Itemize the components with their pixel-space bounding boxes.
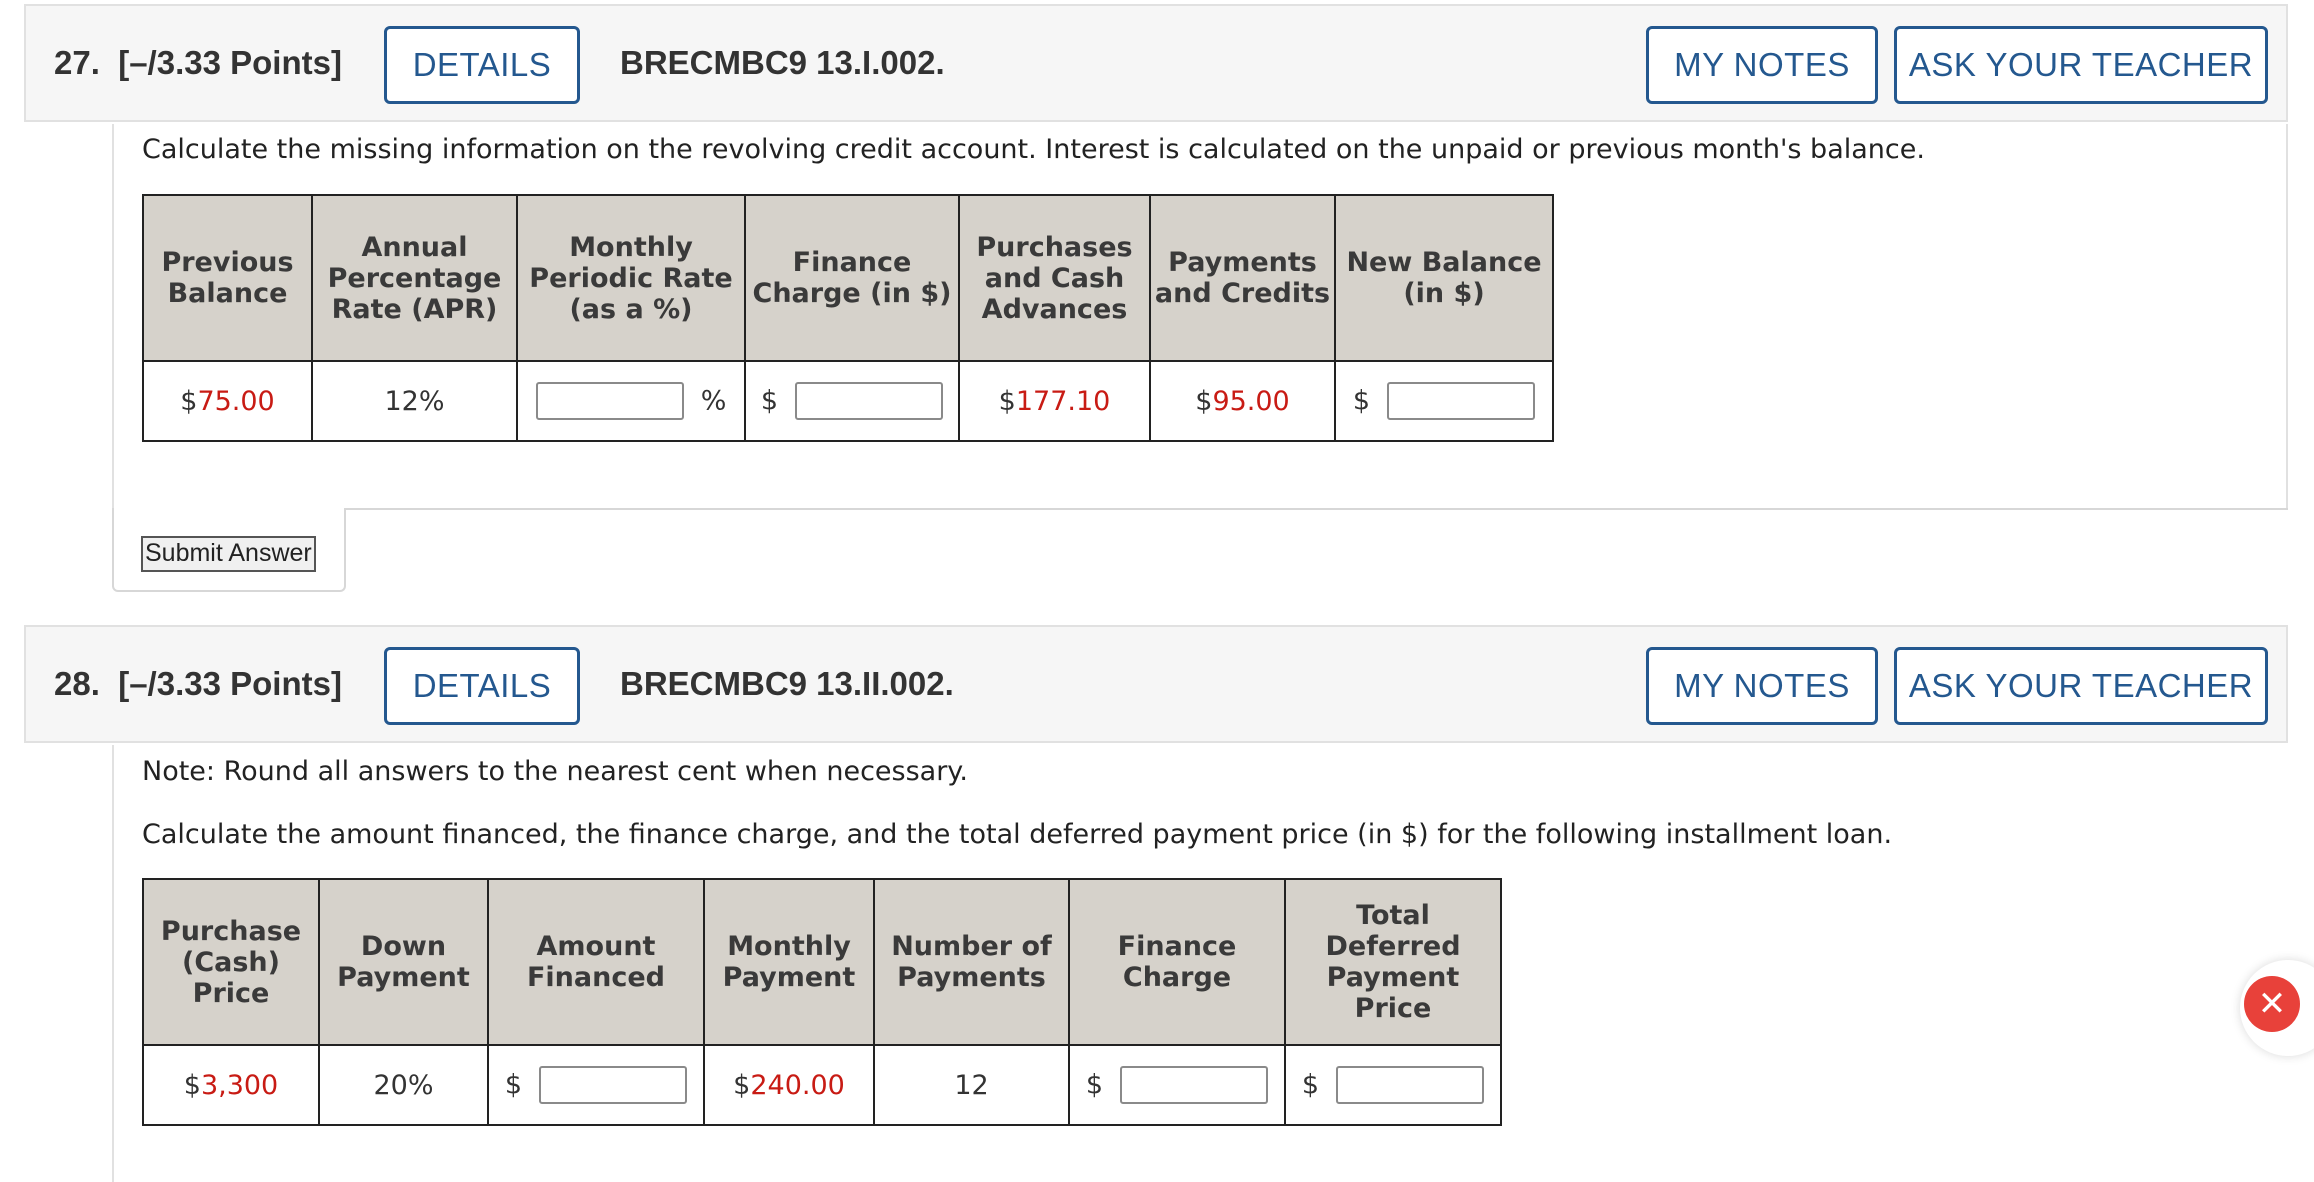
q27-my-notes-button[interactable]: MY NOTES xyxy=(1646,26,1878,104)
q27-body-border xyxy=(112,124,114,508)
dollar-sign: $ xyxy=(760,385,778,417)
q27-col-finance-charge: Finance Charge (in $) xyxy=(744,194,960,362)
q27-finance-charge-cell: $ xyxy=(744,360,960,442)
q27-number-label: 27. xyxy=(54,44,100,81)
q28-finance-charge-input[interactable] xyxy=(1120,1066,1269,1104)
q28-monthly-payment-cell: $240.00 xyxy=(703,1044,875,1126)
q27-code: BRECMBC9 13.I.002. xyxy=(620,44,945,81)
table-row: $3,300 20% $ $240.00 12 $ $ xyxy=(142,1044,1502,1126)
q28-my-notes-button[interactable]: MY NOTES xyxy=(1646,647,1878,725)
q27-col-apr: Annual Percentage Rate (APR) xyxy=(311,194,518,362)
q27-ask-teacher-button[interactable]: ASK YOUR TEACHER xyxy=(1894,26,2268,104)
q27-purchases-cell: $177.10 xyxy=(958,360,1151,442)
q27-new-balance-cell: $ xyxy=(1334,360,1554,442)
q28-finance-charge-cell: $ xyxy=(1068,1044,1286,1126)
q27-monthly-rate-cell: % xyxy=(516,360,746,442)
q27-previous-balance-cell: $75.00 xyxy=(142,360,313,442)
q28-table: Purchase (Cash) Price Down Payment Amoun… xyxy=(142,878,1502,1126)
q27-new-balance-input[interactable] xyxy=(1387,382,1536,420)
q28-col-num-payments: Number of Payments xyxy=(873,878,1070,1046)
dollar-sign: $ xyxy=(504,1069,522,1101)
q28-number: 28. [–/3.33 Points] xyxy=(54,627,342,741)
q28-monthly-payment-value: 240.00 xyxy=(750,1069,845,1101)
dollar-sign: $ xyxy=(733,1069,751,1101)
q27-payments-cell: $95.00 xyxy=(1149,360,1336,442)
q27-col-payments: Payments and Credits xyxy=(1149,194,1336,362)
q27-col-monthly-rate: Monthly Periodic Rate (as a %) xyxy=(516,194,746,362)
q28-col-monthly-payment: Monthly Payment xyxy=(703,878,875,1046)
q28-amount-financed-input[interactable] xyxy=(539,1066,688,1104)
q27-monthly-rate-input[interactable] xyxy=(535,382,684,420)
q27-finance-charge-input[interactable] xyxy=(795,382,944,420)
q28-header-row: Purchase (Cash) Price Down Payment Amoun… xyxy=(142,878,1502,1046)
q27-header-row: Previous Balance Annual Percentage Rate … xyxy=(142,194,1554,362)
q28-code: BRECMBC9 13.II.002. xyxy=(620,665,954,702)
q28-ask-teacher-button[interactable]: ASK YOUR TEACHER xyxy=(1894,647,2268,725)
dollar-sign: $ xyxy=(998,385,1016,417)
q28-num-payments-cell: 12 xyxy=(873,1044,1070,1126)
q27-apr-cell: 12% xyxy=(311,360,518,442)
q27-table: Previous Balance Annual Percentage Rate … xyxy=(142,194,1554,442)
q27-col-new-balance: New Balance (in $) xyxy=(1334,194,1554,362)
q28-col-total-deferred: Total Deferred Payment Price xyxy=(1284,878,1502,1046)
q28-total-deferred-input[interactable] xyxy=(1336,1066,1485,1104)
percent-sign: % xyxy=(700,385,727,417)
q27-details-button[interactable]: DETAILS xyxy=(384,26,580,104)
q28-instruction: Calculate the amount financed, the finan… xyxy=(142,819,1893,850)
q28-down-payment-cell: 20% xyxy=(318,1044,489,1126)
close-icon[interactable]: ✕ xyxy=(2244,976,2300,1032)
q27-submit-area: Submit Answer xyxy=(112,508,346,592)
q27-col-purchases: Purchases and Cash Advances xyxy=(958,194,1151,362)
dollar-sign: $ xyxy=(1352,385,1370,417)
q28-number-label: 28. xyxy=(54,665,100,702)
q27-previous-balance-value: 75.00 xyxy=(197,385,275,417)
dollar-sign: $ xyxy=(1301,1069,1319,1101)
q27-right-border xyxy=(2286,124,2288,510)
q27-submit-divider xyxy=(344,508,2288,510)
q28-total-deferred-cell: $ xyxy=(1284,1044,1502,1126)
q27-header: 27. [–/3.33 Points] DETAILS BRECMBC9 13.… xyxy=(24,4,2288,122)
dollar-sign: $ xyxy=(183,1069,201,1101)
q28-col-down-payment: Down Payment xyxy=(318,878,489,1046)
q28-details-button[interactable]: DETAILS xyxy=(384,647,580,725)
dollar-sign: $ xyxy=(180,385,198,417)
dollar-sign: $ xyxy=(1085,1069,1103,1101)
q28-amount-financed-cell: $ xyxy=(487,1044,705,1126)
q27-col-previous-balance: Previous Balance xyxy=(142,194,313,362)
q28-body-border xyxy=(112,745,114,1182)
q27-purchases-value: 177.10 xyxy=(1015,385,1111,417)
table-row: $75.00 12% % $ $177.10 $95.00 $ xyxy=(142,360,1554,442)
q28-col-purchase-price: Purchase (Cash) Price xyxy=(142,878,320,1046)
q28-purchase-price-cell: $3,300 xyxy=(142,1044,320,1126)
q28-col-amount-financed: Amount Financed xyxy=(487,878,705,1046)
q28-points: [–/3.33 Points] xyxy=(118,665,342,702)
q28-note: Note: Round all answers to the nearest c… xyxy=(142,756,969,787)
q28-col-finance-charge: Finance Charge xyxy=(1068,878,1286,1046)
q28-header: 28. [–/3.33 Points] DETAILS BRECMBC9 13.… xyxy=(24,625,2288,743)
q27-points: [–/3.33 Points] xyxy=(118,44,342,81)
q27-submit-button[interactable]: Submit Answer xyxy=(141,536,316,572)
q28-purchase-price-value: 3,300 xyxy=(200,1069,279,1101)
q27-instruction: Calculate the missing information on the… xyxy=(142,134,1925,165)
q27-payments-value: 95.00 xyxy=(1212,385,1290,417)
q27-number: 27. [–/3.33 Points] xyxy=(54,6,342,120)
dollar-sign: $ xyxy=(1195,385,1213,417)
